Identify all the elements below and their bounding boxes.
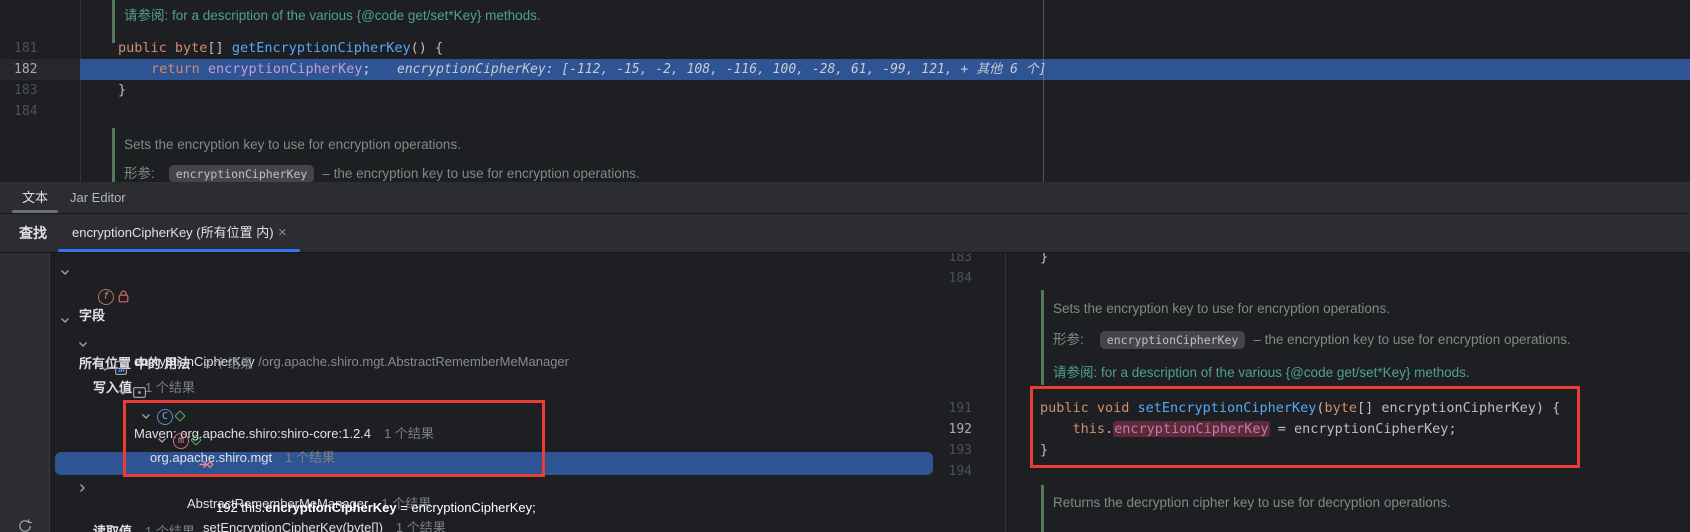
javadoc-quote-bar — [1041, 290, 1044, 385]
code-line-181: public byte[] getEncryptionCipherKey() { — [118, 38, 443, 59]
tree-group-read-usages[interactable]: 读取值1 个结果 — [0, 477, 936, 499]
library-icon — [113, 360, 129, 376]
code-line-183: } — [118, 80, 126, 101]
line-number-192: 192 — [930, 419, 972, 440]
param-label: 形参: — [1053, 332, 1084, 347]
result-count: 1 个结果 — [145, 524, 195, 532]
tree-group-fields[interactable]: 字段 — [0, 261, 936, 283]
javadoc-quote-bar — [1041, 485, 1044, 532]
code-line-182: return encryptionCipherKey; — [151, 59, 370, 80]
line-number-193: 193 — [930, 440, 972, 461]
javadoc-param-line: 形参:encryptionCipherKey– the encryption k… — [1053, 329, 1571, 350]
javadoc-see-also-line: 请参阅: for a description of the various {@… — [124, 5, 541, 26]
chevron-down-icon[interactable] — [118, 388, 128, 397]
close-icon[interactable]: × — [278, 214, 287, 252]
annotation-box-tree — [123, 400, 545, 477]
param-label: 形参: — [124, 166, 155, 181]
editor-margin-guide — [1043, 0, 1044, 182]
find-panel-title: 查找 — [19, 214, 47, 252]
gutter-divider — [80, 0, 81, 182]
field-reference: encryptionCipherKey — [208, 61, 362, 77]
top-code-editor[interactable]: 请参阅: for a description of the various {@… — [0, 0, 1690, 182]
find-result-tab[interactable]: encryptionCipherKey (所有位置 内) × — [58, 214, 300, 252]
tree-group-write-usages[interactable]: 写入值1 个结果 — [0, 333, 936, 355]
chevron-right-icon[interactable] — [78, 483, 87, 493]
debugger-inline-value-hint: encryptionCipherKey: [-112, -15, -2, 108… — [397, 59, 1046, 80]
match-highlight: encryptionCipherKey — [265, 500, 396, 515]
field-icon: f — [98, 289, 114, 305]
editor-tab-bar: 文本 Jar Editor — [0, 182, 1690, 214]
line-number-182: 182 — [14, 59, 54, 80]
tab-jar-editor[interactable]: Jar Editor — [70, 182, 126, 213]
line-number-194: 194 — [930, 461, 972, 482]
package-icon — [132, 385, 147, 399]
annotation-box-code — [1030, 386, 1580, 468]
active-find-tab-underline — [58, 249, 300, 252]
tree-item-field[interactable]: f encryptionCipherKey /org.apache.shiro.… — [0, 285, 936, 307]
ide-window: 请参阅: for a description of the various {@… — [0, 0, 1690, 532]
javadoc-param-line: 形参:encryptionCipherKey– the encryption k… — [124, 163, 640, 182]
method-name-get: getEncryptionCipherKey — [232, 40, 411, 56]
javadoc-quote-bar — [112, 0, 115, 43]
gutter-divider — [1005, 253, 1006, 532]
param-name-chip: encryptionCipherKey — [169, 165, 315, 182]
result-count: 1 个结果 — [396, 520, 446, 532]
param-name-chip: encryptionCipherKey — [1100, 331, 1246, 349]
active-tab-underline — [12, 210, 58, 213]
javadoc-returns-line: Returns the decryption cipher key to use… — [1053, 492, 1451, 513]
tree-group-usages[interactable]: 所有位置 中的 用法2 个结果 — [0, 309, 936, 331]
line-number-184: 184 — [14, 101, 54, 122]
tab-text[interactable]: 文本 — [12, 182, 58, 213]
chevron-down-icon[interactable] — [60, 268, 70, 277]
tree-node-maven-library[interactable]: Maven: org.apache.shiro:shiro-core:1.2.4… — [0, 357, 936, 379]
lock-icon — [118, 290, 129, 303]
javadoc-sets-line: Sets the encryption key to use for encry… — [124, 134, 461, 155]
line-number-181: 181 — [14, 38, 54, 59]
javadoc-see-also-line: 请参阅: for a description of the various {@… — [1053, 362, 1470, 383]
chevron-down-icon[interactable] — [100, 364, 110, 373]
chevron-down-icon[interactable] — [78, 340, 88, 349]
rerun-search-icon[interactable] — [17, 518, 33, 532]
javadoc-quote-bar — [112, 128, 115, 182]
line-number-184: 184 — [930, 268, 972, 289]
chevron-down-icon[interactable] — [60, 316, 70, 325]
line-number-183: 183 — [14, 80, 54, 101]
line-number-191: 191 — [930, 398, 972, 419]
javadoc-sets-line: Sets the encryption key to use for encry… — [1053, 298, 1390, 319]
find-panel-header: 查找 encryptionCipherKey (所有位置 内) × — [0, 214, 1690, 253]
